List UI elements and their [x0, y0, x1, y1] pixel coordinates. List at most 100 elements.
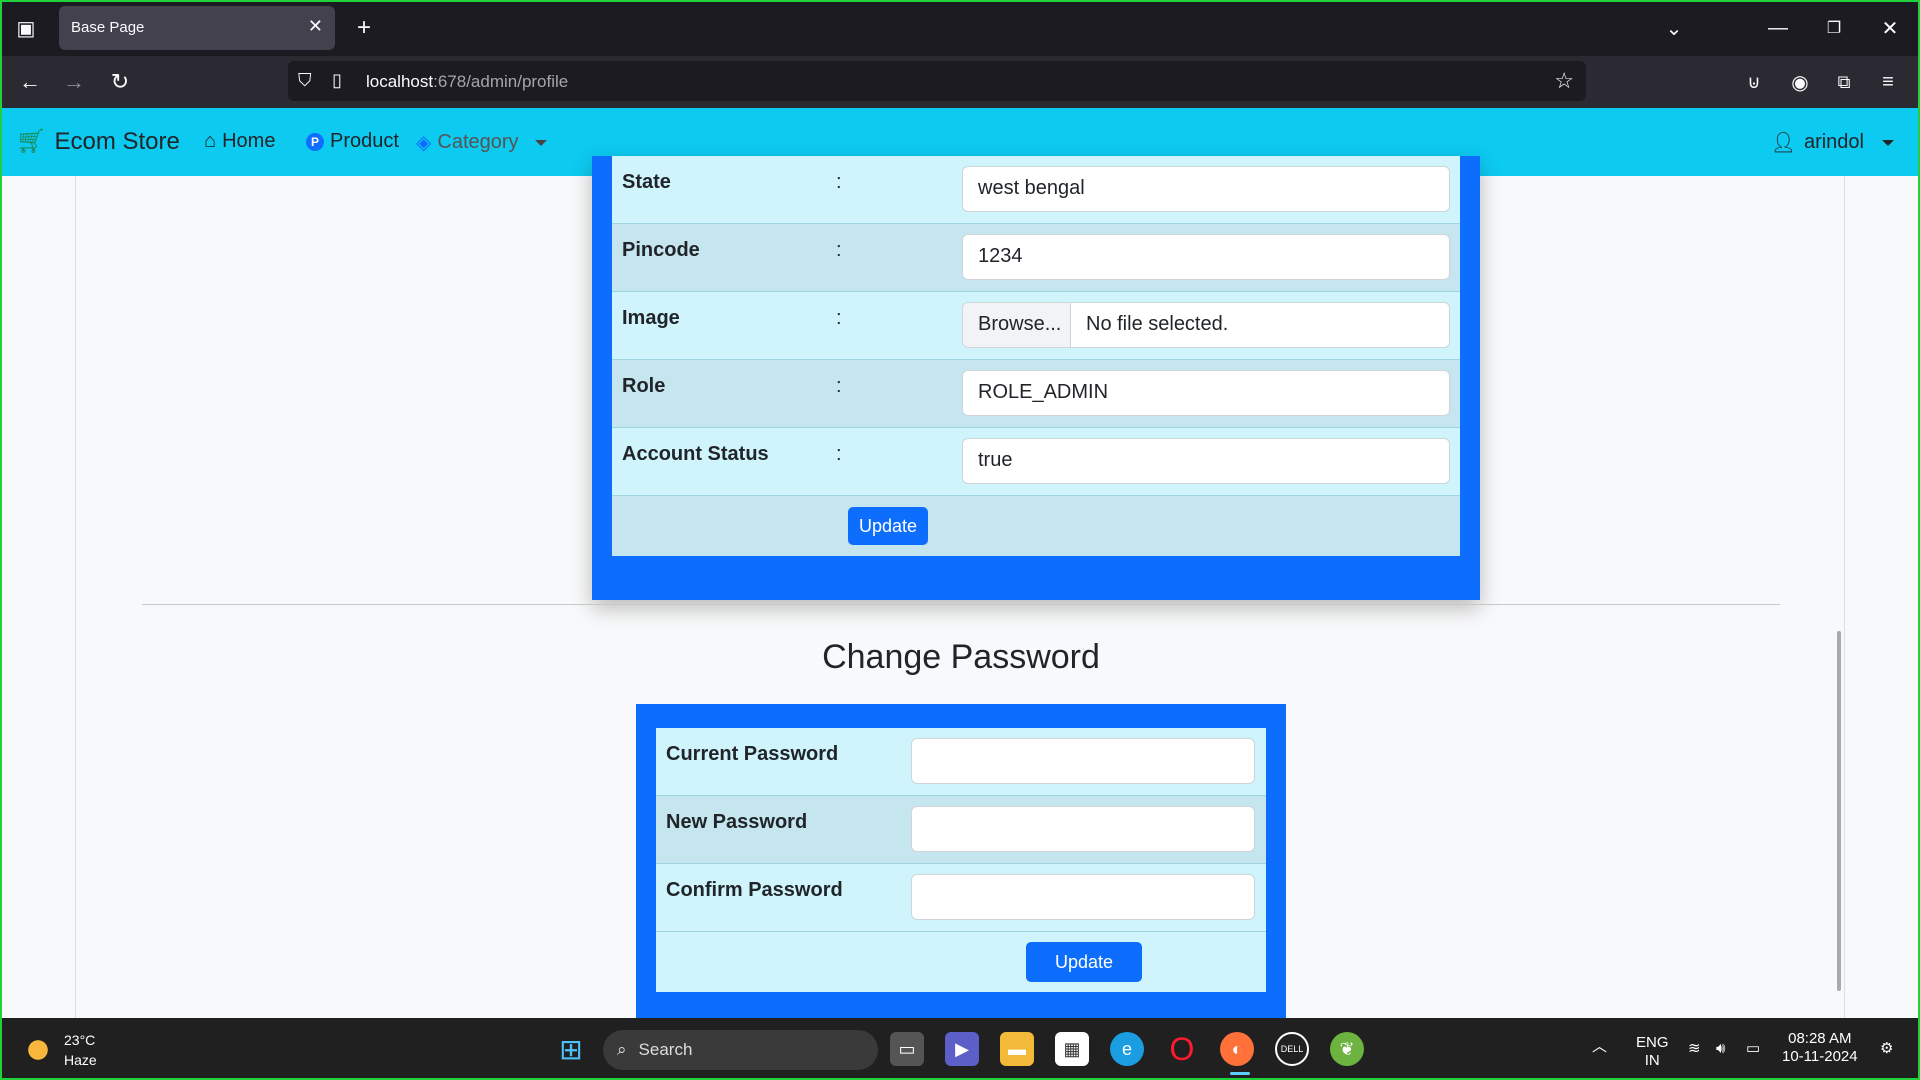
dell-icon[interactable]: DELL: [1275, 1032, 1309, 1066]
table-row: Pincode : 1234: [612, 224, 1460, 292]
state-field[interactable]: west bengal: [962, 166, 1450, 212]
layers-icon: ◈: [416, 132, 432, 154]
browser-tab-strip: ▣ Base Page ✕ + ⌄ — ❐ ✕: [0, 0, 1920, 56]
confirm-password-input[interactable]: [911, 874, 1255, 920]
browser-tab[interactable]: Base Page ✕: [59, 6, 335, 50]
nav-home-label: Home: [222, 130, 276, 152]
language-code: ENG: [1636, 1034, 1669, 1051]
scrollbar-thumb[interactable]: [1837, 631, 1841, 991]
taskbar-search[interactable]: ⌕ Search: [603, 1030, 878, 1070]
new-password-input[interactable]: [911, 806, 1255, 852]
wifi-icon[interactable]: ≋: [1688, 1040, 1701, 1058]
brand-name: Ecom Store: [54, 127, 180, 155]
new-tab-icon[interactable]: +: [350, 14, 378, 42]
region-code: IN: [1644, 1052, 1660, 1069]
current-password-label: Current Password: [666, 743, 839, 765]
edge-icon[interactable]: e: [1110, 1032, 1144, 1066]
shield-icon[interactable]: ⛉: [298, 70, 312, 91]
nav-product[interactable]: P Product: [306, 130, 399, 153]
clock[interactable]: 08:28 AM 10-11-2024: [1782, 1030, 1858, 1066]
table-row: Confirm Password: [656, 864, 1266, 932]
menu-icon[interactable]: ≡: [1872, 66, 1904, 98]
address-bar[interactable]: ⛉ ▯ localhost:678/admin/profile ☆: [288, 61, 1586, 101]
current-password-input[interactable]: [911, 738, 1255, 784]
search-icon: ⌕: [617, 1040, 627, 1059]
time: 08:28 AM: [1788, 1030, 1852, 1047]
pincode-label: Pincode: [622, 239, 700, 261]
url-text: localhost:678/admin/profile: [366, 72, 569, 91]
image-file-input[interactable]: Browse... No file selected.: [962, 302, 1450, 348]
windows-start-icon[interactable]: ⊞: [554, 1032, 588, 1066]
account-status-label: Account Status: [622, 443, 769, 465]
weather-widget[interactable]: 23°C Haze: [22, 1030, 97, 1070]
weather-condition: Haze: [64, 1052, 97, 1068]
colon: :: [836, 171, 842, 193]
profile-card: State : west bengal Pincode : 1234 Image…: [592, 156, 1480, 600]
close-window-icon[interactable]: ✕: [1876, 14, 1904, 42]
home-icon: ⌂: [204, 130, 217, 152]
role-label: Role: [622, 375, 666, 397]
opera-icon[interactable]: O: [1165, 1031, 1199, 1067]
user-name: arindol: [1803, 131, 1864, 153]
page-icon: ▯: [332, 70, 342, 90]
colon: :: [836, 307, 842, 329]
change-password-card: Current Password New Password Confirm Pa…: [636, 704, 1286, 1018]
minimize-icon[interactable]: —: [1764, 14, 1792, 42]
battery-icon[interactable]: ▭: [1746, 1040, 1760, 1058]
search-label: Search: [638, 1040, 693, 1059]
update-row: Update: [612, 496, 1460, 556]
back-icon[interactable]: ←: [14, 66, 46, 98]
table-row: Role : ROLE_ADMIN: [612, 360, 1460, 428]
change-password-table: Current Password New Password Confirm Pa…: [656, 728, 1266, 992]
state-label: State: [622, 171, 671, 193]
brand-link[interactable]: 🛒︎ Ecom Store: [16, 127, 180, 156]
user-icon: 👤︎: [1770, 132, 1796, 154]
role-field[interactable]: ROLE_ADMIN: [962, 370, 1450, 416]
volume-icon[interactable]: 🔊︎: [1716, 1040, 1725, 1058]
account-icon[interactable]: ◉: [1784, 66, 1816, 98]
restore-icon[interactable]: ❐: [1820, 14, 1848, 42]
bookmark-star-icon[interactable]: ☆: [1554, 68, 1574, 94]
forward-icon[interactable]: →: [58, 66, 90, 98]
account-status-field[interactable]: true: [962, 438, 1450, 484]
chevron-up-icon[interactable]: ︿: [1592, 1038, 1607, 1056]
temperature: 23°C: [64, 1032, 96, 1048]
user-dropdown[interactable]: 👤︎ arindol: [1771, 130, 1894, 155]
table-row: State : west bengal: [612, 156, 1460, 224]
store-icon[interactable]: ▦: [1055, 1032, 1089, 1066]
password-update-button[interactable]: Update: [1026, 942, 1142, 982]
notification-icon[interactable]: ⚙: [1880, 1040, 1893, 1058]
divider: [142, 604, 1780, 605]
cart-icon: 🛒︎: [16, 128, 47, 155]
nav-home[interactable]: ⌂ Home: [204, 130, 275, 153]
table-row: Current Password: [656, 728, 1266, 796]
table-row: Image : Browse... No file selected.: [612, 292, 1460, 360]
update-row: Update: [656, 932, 1266, 992]
pincode-field[interactable]: 1234: [962, 234, 1450, 280]
task-view-icon[interactable]: ▭: [890, 1032, 924, 1066]
reload-icon[interactable]: ↻: [104, 66, 136, 98]
tab-list-icon[interactable]: ▣: [12, 14, 40, 42]
nav-category-dropdown[interactable]: ◈ Category: [416, 130, 547, 155]
profile-update-button[interactable]: Update: [848, 507, 928, 545]
language-indicator[interactable]: ENG IN: [1636, 1034, 1669, 1070]
list-all-tabs-icon[interactable]: ⌄: [1660, 14, 1688, 42]
firefox-icon[interactable]: ◐: [1220, 1032, 1254, 1066]
pocket-icon[interactable]: ⊍: [1738, 66, 1770, 98]
product-icon: P: [306, 132, 324, 151]
chevron-down-icon: [534, 139, 547, 146]
new-password-label: New Password: [666, 811, 808, 833]
windows-taskbar: 23°C Haze ⊞ ⌕ Search ▭ ▶ ▬ ▦ e O ◐ DELL …: [0, 1018, 1920, 1080]
main-content: State : west bengal Pincode : 1234 Image…: [75, 156, 1845, 1018]
extensions-icon[interactable]: ⧉: [1828, 66, 1860, 98]
date: 10-11-2024: [1782, 1048, 1858, 1065]
weather-haze-icon: [22, 1036, 54, 1064]
teams-icon[interactable]: ▶: [945, 1032, 979, 1066]
file-explorer-icon[interactable]: ▬: [1000, 1032, 1034, 1066]
tab-title: Base Page: [71, 19, 145, 36]
spring-tool-icon[interactable]: ❦: [1330, 1032, 1364, 1066]
browse-button[interactable]: Browse...: [963, 303, 1071, 347]
tab-close-icon[interactable]: ✕: [308, 16, 323, 37]
browser-toolbar: ← → ↻ ⛉ ▯ localhost:678/admin/profile ☆ …: [0, 56, 1920, 108]
colon: :: [836, 375, 842, 397]
